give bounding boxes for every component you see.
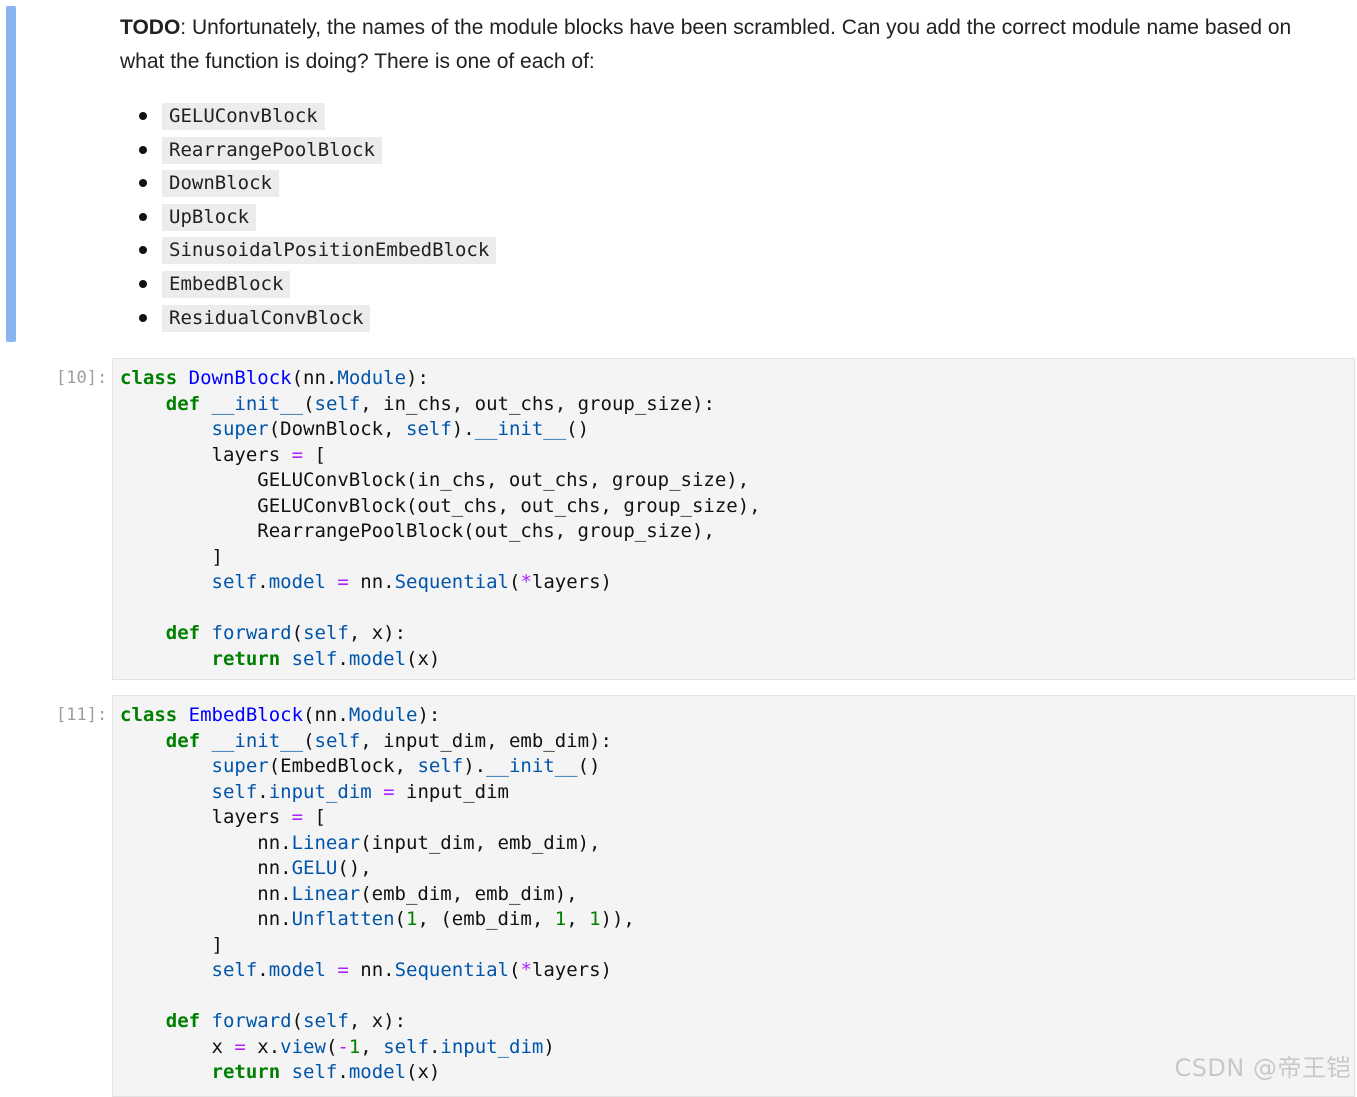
inline-code: DownBlock: [162, 170, 279, 198]
bullet-icon: [139, 179, 147, 188]
inline-code: RearrangePoolBlock: [162, 136, 382, 164]
todo-paragraph: TODO: Unfortunately, the names of the mo…: [120, 11, 1320, 79]
todo-label: TODO: [120, 16, 181, 39]
code-source[interactable]: class EmbedBlock(nn.Module): def __init_…: [113, 696, 1354, 1086]
bullet-icon: [139, 145, 147, 154]
bullet-icon: [139, 313, 147, 322]
execution-count: [10]:: [56, 368, 108, 388]
inline-code: GELUConvBlock: [162, 103, 325, 130]
todo-text: : Unfortunately, the names of the module…: [120, 16, 1292, 73]
inline-code: ResidualConvBlock: [162, 304, 371, 332]
inline-code: UpBlock: [162, 203, 257, 231]
inline-code: SinusoidalPositionEmbedBlock: [162, 237, 497, 265]
bullet-icon: [139, 279, 147, 288]
code-editor[interactable]: class DownBlock(nn.Module): def __init__…: [112, 358, 1355, 680]
execution-count: [11]:: [56, 705, 108, 725]
code-source[interactable]: class DownBlock(nn.Module): def __init__…: [113, 359, 1354, 672]
bullet-icon: [139, 112, 147, 120]
bullet-icon: [139, 246, 147, 255]
markdown-cell[interactable]: TODO: Unfortunately, the names of the mo…: [0, 0, 1357, 350]
watermark: CSDN @帝王铠: [1174, 1054, 1351, 1082]
markdown-content: TODO: Unfortunately, the names of the mo…: [120, 11, 1320, 332]
inline-code: EmbedBlock: [162, 270, 291, 298]
code-editor[interactable]: class EmbedBlock(nn.Module): def __init_…: [112, 695, 1355, 1097]
cell-selection-indicator: [6, 6, 16, 342]
bullet-icon: [139, 212, 147, 221]
